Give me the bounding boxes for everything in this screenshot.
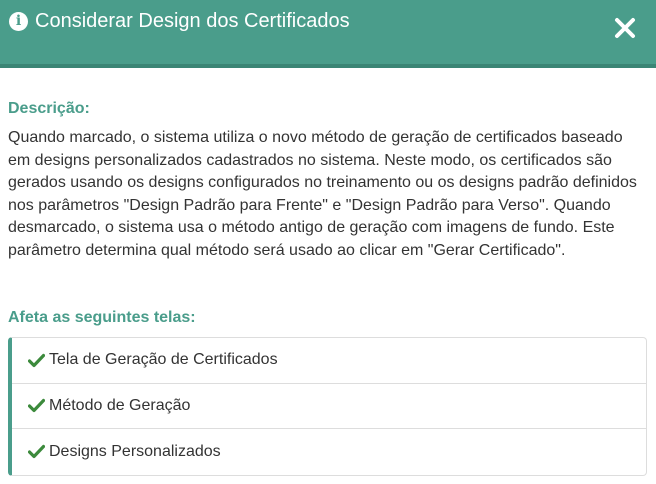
close-icon bbox=[615, 18, 635, 38]
check-icon bbox=[28, 353, 45, 367]
list-item: Método de Geração bbox=[12, 384, 646, 429]
dialog-title: Considerar Design dos Certificados bbox=[35, 10, 350, 32]
list-item: Designs Personalizados bbox=[12, 429, 646, 475]
affects-heading: Afeta as seguintes telas: bbox=[8, 309, 196, 326]
list-item-label: Designs Personalizados bbox=[49, 442, 221, 460]
title-row: i Considerar Design dos Certificados bbox=[9, 9, 350, 33]
list-item-label: Tela de Geração de Certificados bbox=[49, 351, 278, 369]
check-icon bbox=[28, 399, 45, 413]
info-icon: i bbox=[9, 11, 28, 31]
close-button[interactable] bbox=[614, 15, 636, 41]
list-item: Tela de Geração de Certificados bbox=[12, 338, 646, 384]
dialog-header: i Considerar Design dos Certificados bbox=[0, 0, 656, 68]
check-icon bbox=[28, 445, 45, 459]
description-heading: Descrição: bbox=[8, 100, 90, 117]
description-text: Quando marcado, o sistema utiliza o novo… bbox=[8, 129, 637, 259]
affected-screens-list: Tela de Geração de Certificados Método d… bbox=[8, 337, 647, 476]
list-item-label: Método de Geração bbox=[49, 396, 191, 414]
